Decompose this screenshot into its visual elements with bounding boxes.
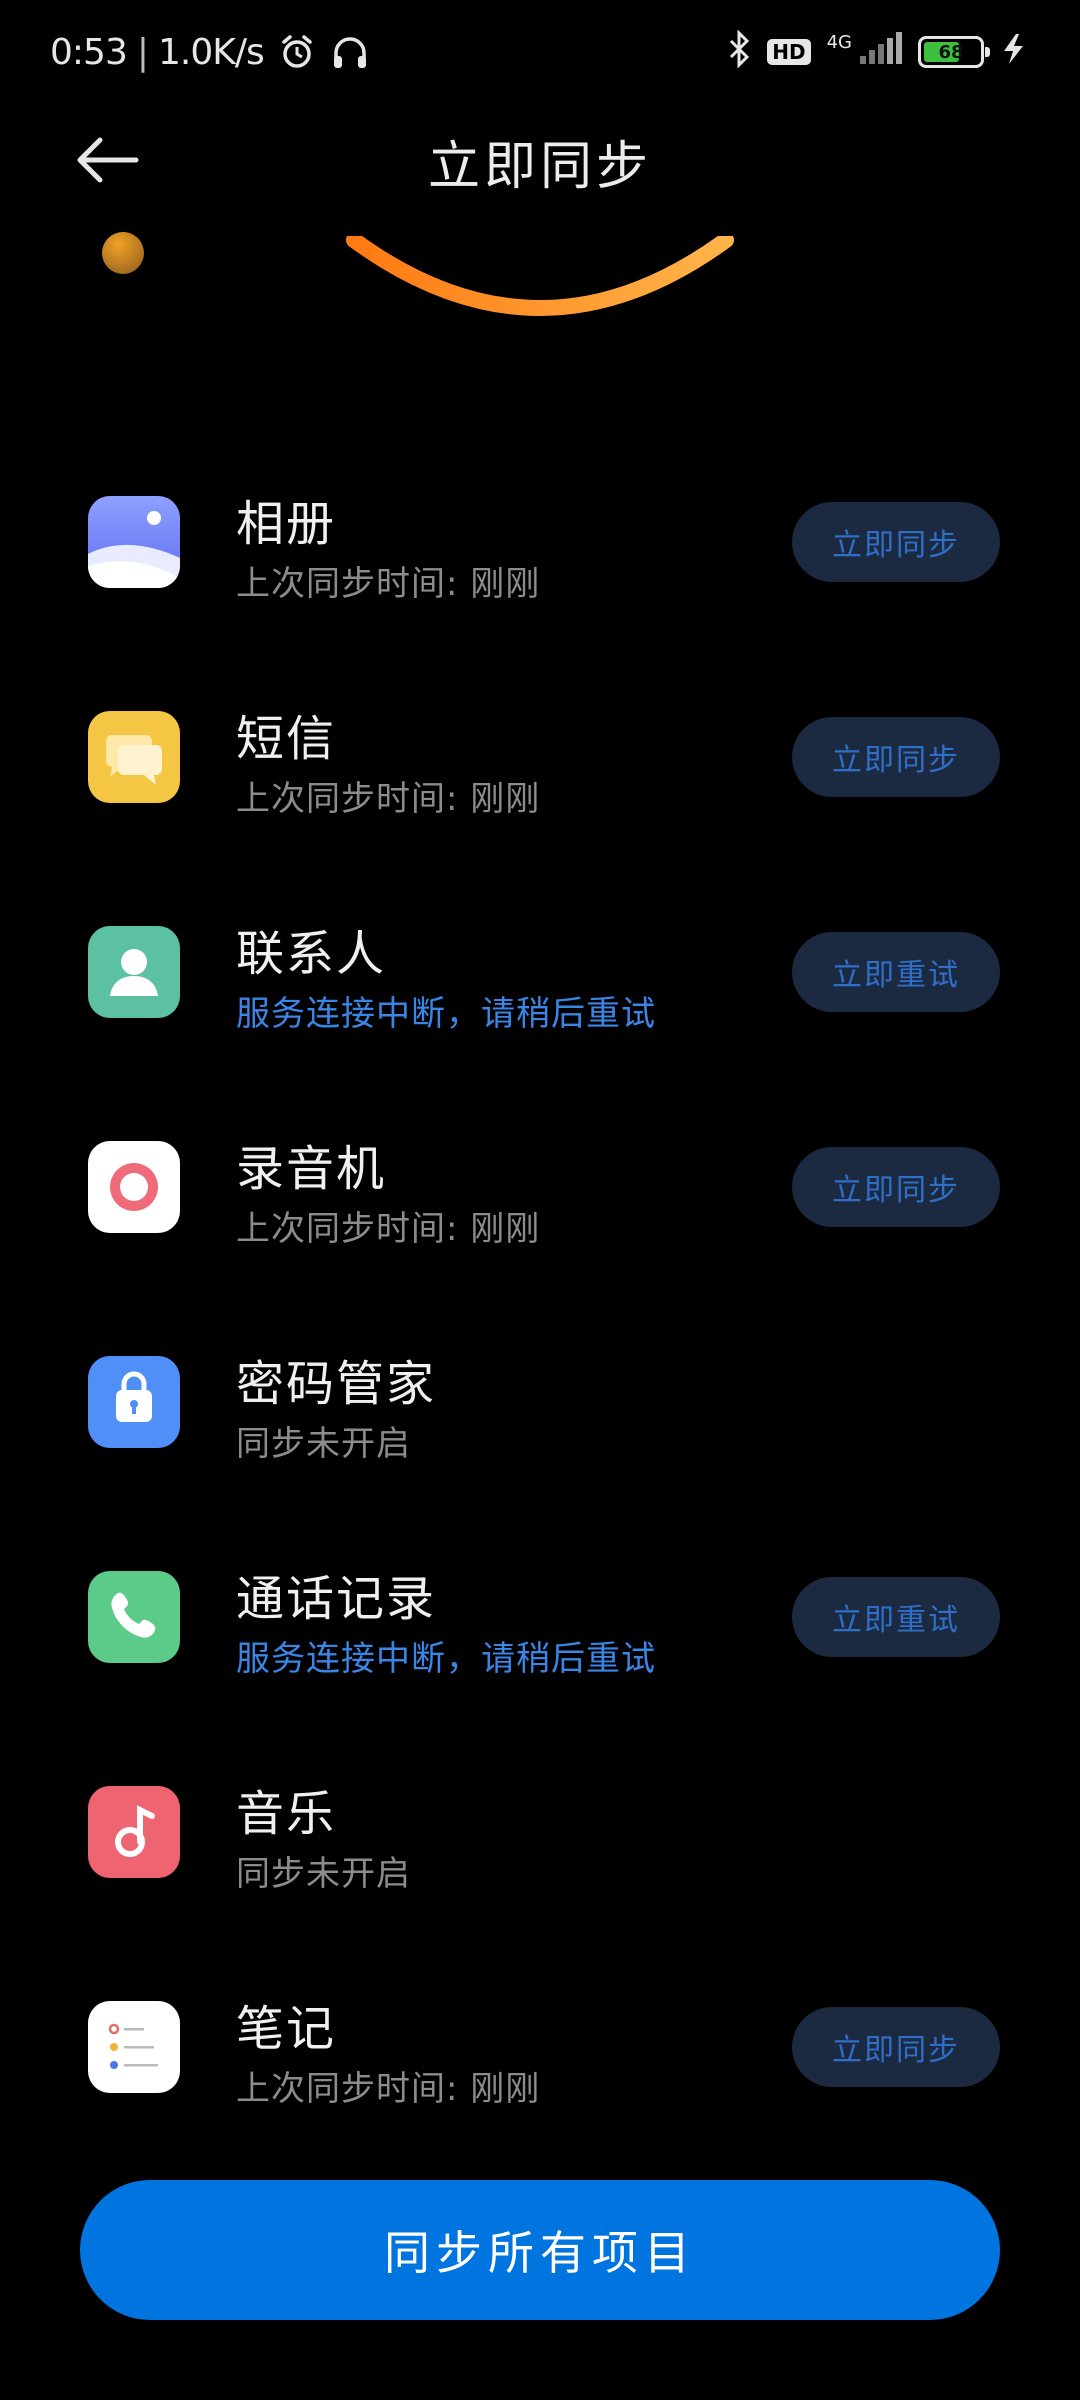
network-speed: 1.0K/s — [157, 31, 265, 73]
music-icon — [88, 1786, 180, 1878]
network-type: 4G — [826, 31, 852, 53]
charging-icon — [1000, 32, 1030, 72]
sync-progress-arc — [346, 236, 734, 316]
battery-indicator: 68 — [918, 36, 990, 68]
item-status: 上次同步时间: 刚刚 — [236, 1209, 541, 1249]
sync-now-button[interactable]: 立即同步 — [792, 502, 1000, 582]
sync-item-list: 相册 上次同步时间: 刚刚 立即同步 短信 上次同步时间: 刚刚 立即同步 联系… — [0, 440, 1080, 2160]
item-name: 通话记录 — [236, 1571, 437, 1627]
page-title: 立即同步 — [427, 137, 652, 197]
notes-icon — [88, 2001, 180, 2093]
status-bar-left: 0:53 | 1.0K/s — [50, 26, 370, 78]
list-item: 密码管家 同步未开启 — [0, 1300, 1080, 1515]
list-item: 笔记 上次同步时间: 刚刚 立即同步 — [0, 1945, 1080, 2160]
messages-icon — [88, 711, 180, 803]
contacts-icon — [88, 926, 180, 1018]
item-status-error: 服务连接中断，请稍后重试 — [236, 1639, 656, 1679]
item-name: 密码管家 — [236, 1356, 437, 1412]
status-bar: 0:53 | 1.0K/s HD 4G 68 — [0, 0, 1080, 100]
list-item: 通话记录 服务连接中断，请稍后重试 立即重试 — [0, 1515, 1080, 1730]
item-status: 同步未开启 — [236, 1854, 411, 1894]
password-manager-icon — [88, 1356, 180, 1448]
list-item: 联系人 服务连接中断，请稍后重试 立即重试 — [0, 870, 1080, 1085]
list-item: 录音机 上次同步时间: 刚刚 立即同步 — [0, 1085, 1080, 1300]
item-status-error: 服务连接中断，请稍后重试 — [236, 994, 656, 1034]
item-status: 同步未开启 — [236, 1424, 411, 1464]
recorder-icon — [88, 1141, 180, 1233]
hd-badge: HD — [767, 39, 811, 65]
header: 立即同步 — [0, 110, 1080, 210]
alarm-icon — [278, 33, 316, 71]
item-name: 音乐 — [236, 1786, 337, 1842]
gallery-icon — [88, 496, 180, 588]
bluetooth-icon — [727, 29, 751, 74]
item-name: 相册 — [236, 496, 337, 552]
item-name: 录音机 — [236, 1141, 387, 1197]
item-status: 上次同步时间: 刚刚 — [236, 564, 541, 604]
sync-all-button[interactable]: 同步所有项目 — [80, 2180, 1000, 2320]
list-item: 相册 上次同步时间: 刚刚 立即同步 — [0, 440, 1080, 655]
sync-now-button[interactable]: 立即同步 — [792, 1147, 1000, 1227]
phone-icon — [88, 1571, 180, 1663]
item-name: 联系人 — [236, 926, 387, 982]
status-time: 0:53 — [50, 31, 128, 73]
list-item: 短信 上次同步时间: 刚刚 立即同步 — [0, 655, 1080, 870]
status-separator: | — [136, 31, 149, 73]
decoration-dot — [102, 232, 144, 274]
item-name: 短信 — [236, 711, 337, 767]
item-name: 笔记 — [236, 2001, 337, 2057]
retry-now-button[interactable]: 立即重试 — [792, 932, 1000, 1012]
list-item: 音乐 同步未开启 — [0, 1730, 1080, 1945]
item-status: 上次同步时间: 刚刚 — [236, 2069, 541, 2109]
sync-now-button[interactable]: 立即同步 — [792, 717, 1000, 797]
item-status: 上次同步时间: 刚刚 — [236, 779, 541, 819]
sync-now-button[interactable]: 立即同步 — [792, 2007, 1000, 2087]
retry-now-button[interactable]: 立即重试 — [792, 1577, 1000, 1657]
headphones-icon — [330, 33, 370, 71]
status-bar-right: HD 4G 68 — [727, 26, 1030, 78]
signal-icon — [858, 32, 902, 72]
battery-percent: 68 — [938, 41, 964, 63]
